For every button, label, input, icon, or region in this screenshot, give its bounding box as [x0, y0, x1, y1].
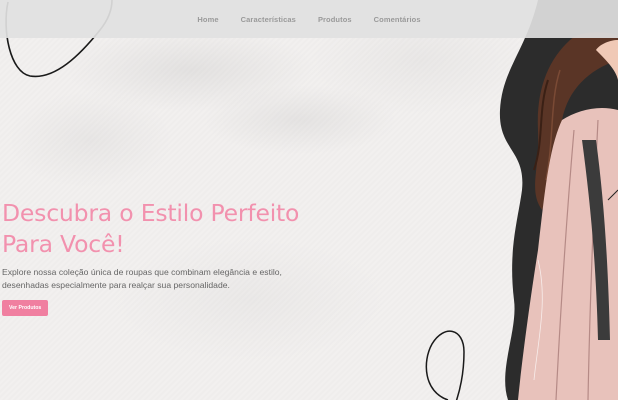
top-navbar: Home Características Produtos Comentário… [0, 0, 618, 38]
hero-description-line-2: desenhadas especialmente para realçar su… [2, 280, 230, 290]
nav-link-produtos[interactable]: Produtos [318, 15, 352, 24]
decorative-curve-bottom [425, 330, 465, 400]
fashion-illustration [499, 0, 618, 400]
hero-section: Descubra o Estilo Perfeito Para Você! Ex… [2, 198, 352, 316]
hero-description: Explore nossa coleção única de roupas qu… [2, 266, 342, 292]
nav-link-comentarios[interactable]: Comentários [374, 15, 421, 24]
hero-description-line-1: Explore nossa coleção única de roupas qu… [2, 267, 282, 277]
landing-page: Home Características Produtos Comentário… [0, 0, 618, 400]
hero-title-line-2: Para Você! [2, 230, 125, 258]
hero-title: Descubra o Estilo Perfeito Para Você! [2, 198, 352, 260]
hero-title-line-1: Descubra o Estilo Perfeito [2, 199, 300, 227]
nav-link-caracteristicas[interactable]: Características [241, 15, 296, 24]
nav-link-home[interactable]: Home [197, 15, 218, 24]
view-products-button[interactable]: Ver Produtos [2, 300, 49, 316]
